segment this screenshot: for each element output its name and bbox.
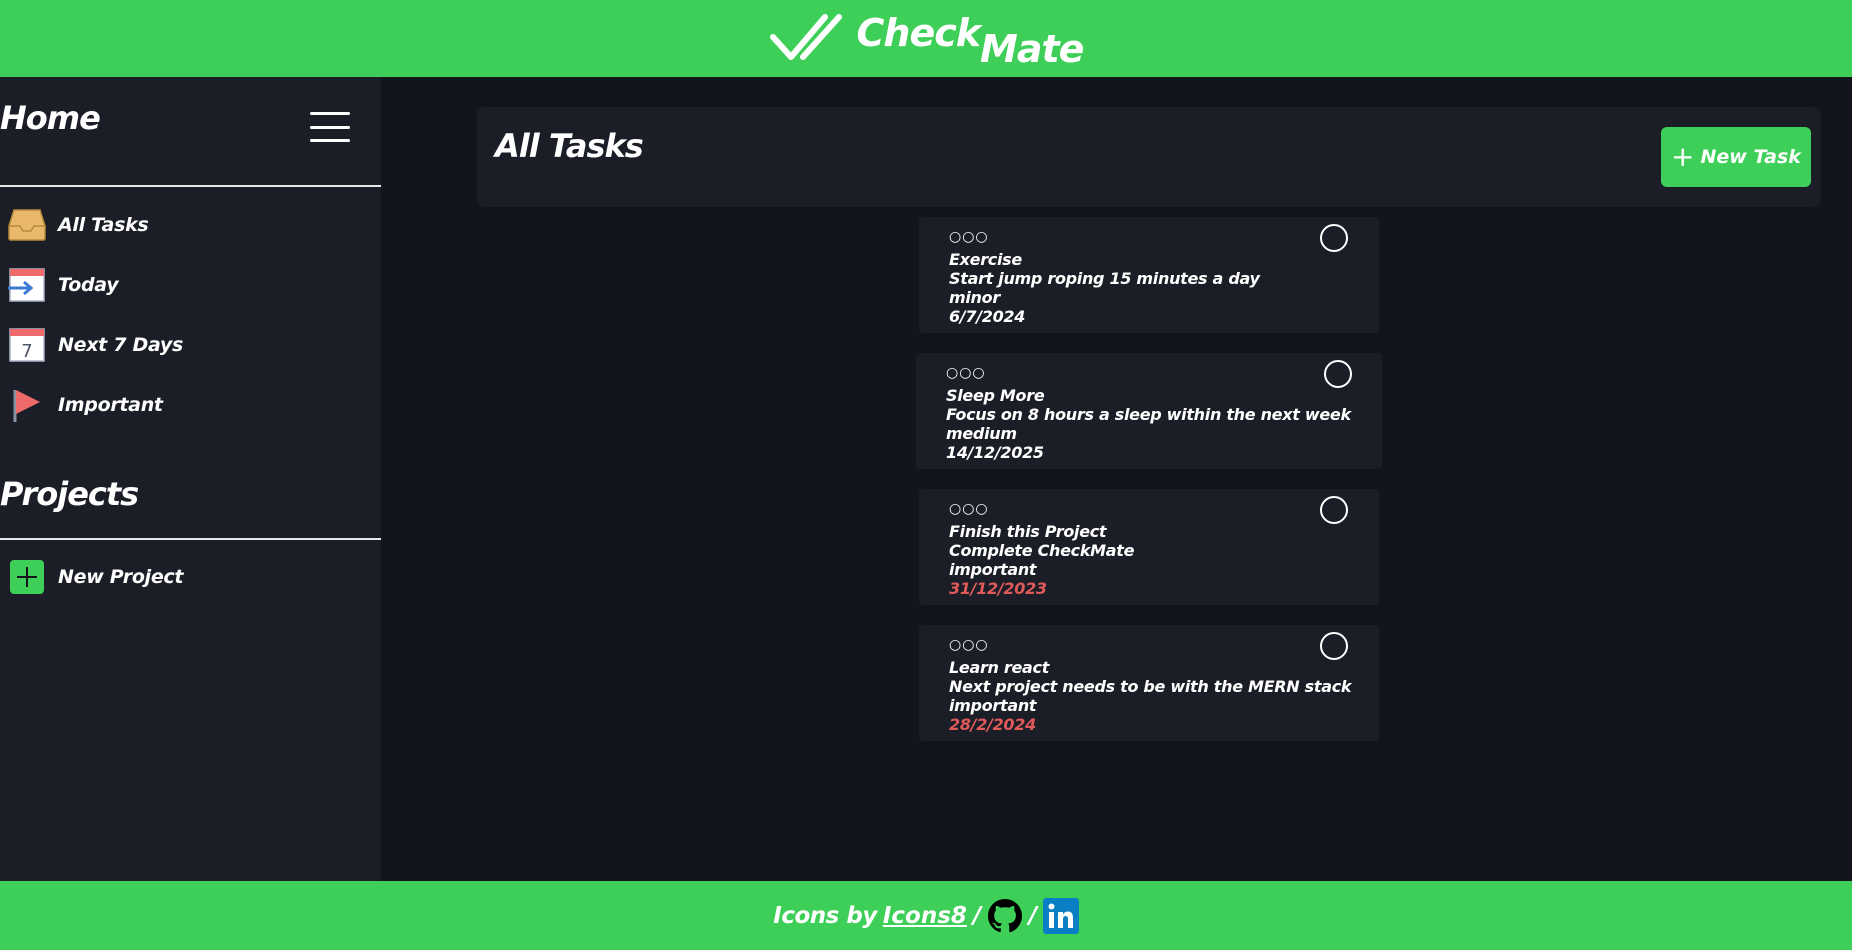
complete-task-checkbox[interactable] [1324, 360, 1352, 388]
sidebar-divider [0, 538, 381, 540]
svg-text:7: 7 [21, 341, 32, 362]
sidebar-home-title: Home [0, 99, 101, 137]
task-options-icon[interactable]: ○○○ [949, 637, 989, 653]
sidebar-divider [0, 185, 381, 187]
sidebar: Home All Tasks Today 7 Next 7 Days Impor… [0, 77, 381, 881]
task-priority: medium [946, 424, 1017, 443]
linkedin-icon[interactable] [1042, 897, 1079, 934]
logo-text-mate: Mate [980, 26, 1084, 71]
calendar-arrow-icon [8, 266, 46, 304]
logo-text-check: Check [856, 10, 982, 55]
task-card[interactable]: ○○○ Sleep More Focus on 8 hours a sleep … [916, 353, 1382, 469]
red-flag-icon [8, 386, 46, 424]
task-due-date: 28/2/2024 [949, 715, 1036, 734]
double-check-icon [769, 13, 842, 60]
task-card[interactable]: ○○○ Learn react Next project needs to be… [919, 625, 1379, 741]
new-project-button[interactable]: New Project [8, 555, 183, 599]
app-header: Check Mate [0, 0, 1852, 77]
sidebar-item-important[interactable]: Important [8, 383, 163, 427]
sidebar-projects-title: Projects [0, 475, 139, 513]
sidebar-item-today[interactable]: Today [8, 263, 119, 307]
task-options-icon[interactable]: ○○○ [949, 229, 989, 245]
plus-icon [8, 558, 46, 596]
complete-task-checkbox[interactable] [1320, 224, 1348, 252]
footer-separator: / [972, 902, 981, 929]
task-options-icon[interactable]: ○○○ [946, 365, 986, 381]
sidebar-item-label: Important [58, 394, 163, 416]
new-project-label: New Project [58, 566, 184, 588]
task-priority: important [949, 696, 1037, 715]
footer-separator: / [1028, 902, 1037, 929]
sidebar-item-next-7-days[interactable]: 7 Next 7 Days [8, 323, 183, 367]
task-card[interactable]: ○○○ Exercise Start jump roping 15 minute… [919, 217, 1379, 333]
sidebar-item-label: All Tasks [58, 214, 149, 236]
task-card[interactable]: ○○○ Finish this Project Complete CheckMa… [919, 489, 1379, 605]
new-task-button[interactable]: + New Task [1661, 127, 1811, 187]
task-due-date: 31/12/2023 [949, 579, 1047, 598]
complete-task-checkbox[interactable] [1320, 496, 1348, 524]
app-logo: Check Mate [769, 9, 1084, 69]
task-description: Complete CheckMate [949, 541, 1135, 560]
sidebar-item-label: Next 7 Days [58, 334, 183, 356]
page-title: All Tasks [495, 127, 644, 165]
task-description: Next project needs to be with the MERN s… [949, 677, 1352, 696]
task-description: Start jump roping 15 minutes a day [949, 269, 1260, 288]
plus-icon: + [1671, 140, 1695, 173]
footer-credit-text: Icons by [773, 902, 877, 929]
icons8-link[interactable]: Icons8 [883, 903, 967, 929]
github-icon[interactable] [987, 898, 1023, 934]
task-options-icon[interactable]: ○○○ [949, 501, 989, 517]
sidebar-item-all-tasks[interactable]: All Tasks [8, 203, 149, 247]
task-due-date: 14/12/2025 [946, 443, 1044, 462]
app-footer: Icons by Icons8 / / [0, 881, 1852, 950]
sidebar-item-label: Today [58, 274, 119, 296]
inbox-tray-icon [8, 206, 46, 244]
hamburger-icon[interactable] [310, 112, 350, 142]
task-title: Finish this Project [949, 522, 1107, 541]
task-priority: minor [949, 288, 1000, 307]
main-header: All Tasks + New Task [477, 107, 1821, 207]
task-priority: important [949, 560, 1037, 579]
task-description: Focus on 8 hours a sleep within the next… [946, 405, 1351, 424]
new-task-label: New Task [1700, 146, 1801, 168]
task-title: Sleep More [946, 386, 1045, 405]
task-due-date: 6/7/2024 [949, 307, 1026, 326]
task-title: Learn react [949, 658, 1050, 677]
task-title: Exercise [949, 250, 1022, 269]
calendar-7-icon: 7 [8, 326, 46, 364]
complete-task-checkbox[interactable] [1320, 632, 1348, 660]
